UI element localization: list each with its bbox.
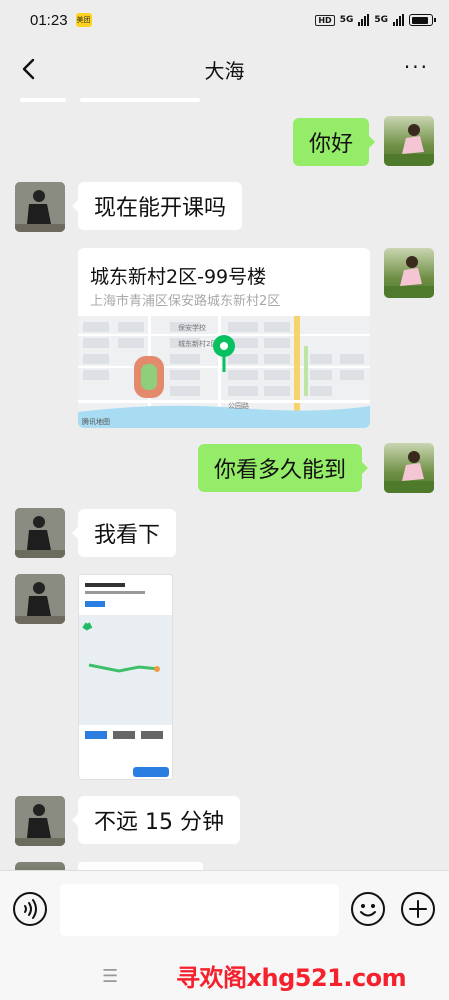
message-input[interactable]: [60, 884, 339, 936]
message-list[interactable]: 你好 现在能开课吗 城东新村2区-99号楼 上海市青浦区保安路城东新村2区 保安…: [0, 98, 449, 870]
watermark: 寻欢阁xhg521.com: [176, 964, 407, 992]
menu-icon[interactable]: ☰: [102, 966, 118, 987]
message-bubble-received[interactable]: 我看下: [71, 509, 177, 557]
network-label-1: 5G: [339, 15, 354, 25]
status-bar: 01:23 美团 HD 5G 5G: [0, 0, 449, 40]
network-label-2: 5G: [374, 15, 388, 25]
my-avatar[interactable]: [384, 116, 434, 166]
previous-avatar-stub: [20, 98, 66, 102]
status-time: 01:23: [30, 11, 68, 29]
map-label-school: 保安学校: [178, 323, 206, 332]
back-arrow-icon[interactable]: [16, 55, 44, 83]
contact-avatar[interactable]: [15, 508, 65, 558]
message-bubble-received[interactable]: 不远 15 分钟: [72, 796, 240, 844]
battery-icon: [409, 14, 436, 26]
input-bar: [0, 870, 449, 950]
contact-avatar[interactable]: [15, 862, 65, 870]
status-icons: HD 5G 5G: [315, 14, 436, 26]
message-bubble-sent[interactable]: 你看多久能到: [198, 444, 369, 492]
location-map: 保安学校 城东新村2区 公园路 腾讯地图: [78, 316, 370, 428]
map-label-road: 公园路: [228, 401, 249, 410]
hd-icon: HD: [315, 14, 335, 26]
location-card[interactable]: 城东新村2区-99号楼 上海市青浦区保安路城东新村2区 保安学校 城东新村2区: [78, 248, 370, 428]
contact-avatar[interactable]: [15, 182, 65, 232]
image-message[interactable]: [78, 574, 173, 780]
system-nav-bar: ☰ 寻欢阁xhg521.com: [0, 950, 449, 1000]
location-name: 城东新村2区-99号楼: [90, 266, 267, 288]
map-attribution: 腾讯地图: [82, 417, 110, 426]
emoji-icon[interactable]: [350, 891, 386, 927]
message-bubble-sent[interactable]: 你好: [293, 118, 376, 166]
voice-input-icon[interactable]: [12, 891, 48, 927]
contact-avatar[interactable]: [15, 796, 65, 846]
chat-title: 大海: [204, 60, 245, 83]
signal-icon: [358, 14, 370, 26]
map-screenshot-icon: [79, 575, 172, 779]
plus-icon[interactable]: [400, 891, 436, 927]
message-bubble-received[interactable]: 现在能开课吗: [71, 182, 243, 230]
my-avatar[interactable]: [384, 248, 434, 298]
contact-avatar[interactable]: [15, 574, 65, 624]
next-message-stub: [78, 862, 203, 870]
location-address: 上海市青浦区保安路城东新村2区: [90, 294, 281, 309]
chat-header: 大海 ···: [0, 40, 449, 98]
map-label-park: 城东新村2区: [178, 339, 217, 348]
app-notification-icon: 美团: [75, 13, 92, 27]
my-avatar[interactable]: [384, 443, 434, 493]
more-options-icon[interactable]: ···: [404, 57, 429, 77]
previous-message-stub: [80, 98, 200, 102]
signal-icon-2: [393, 14, 404, 26]
